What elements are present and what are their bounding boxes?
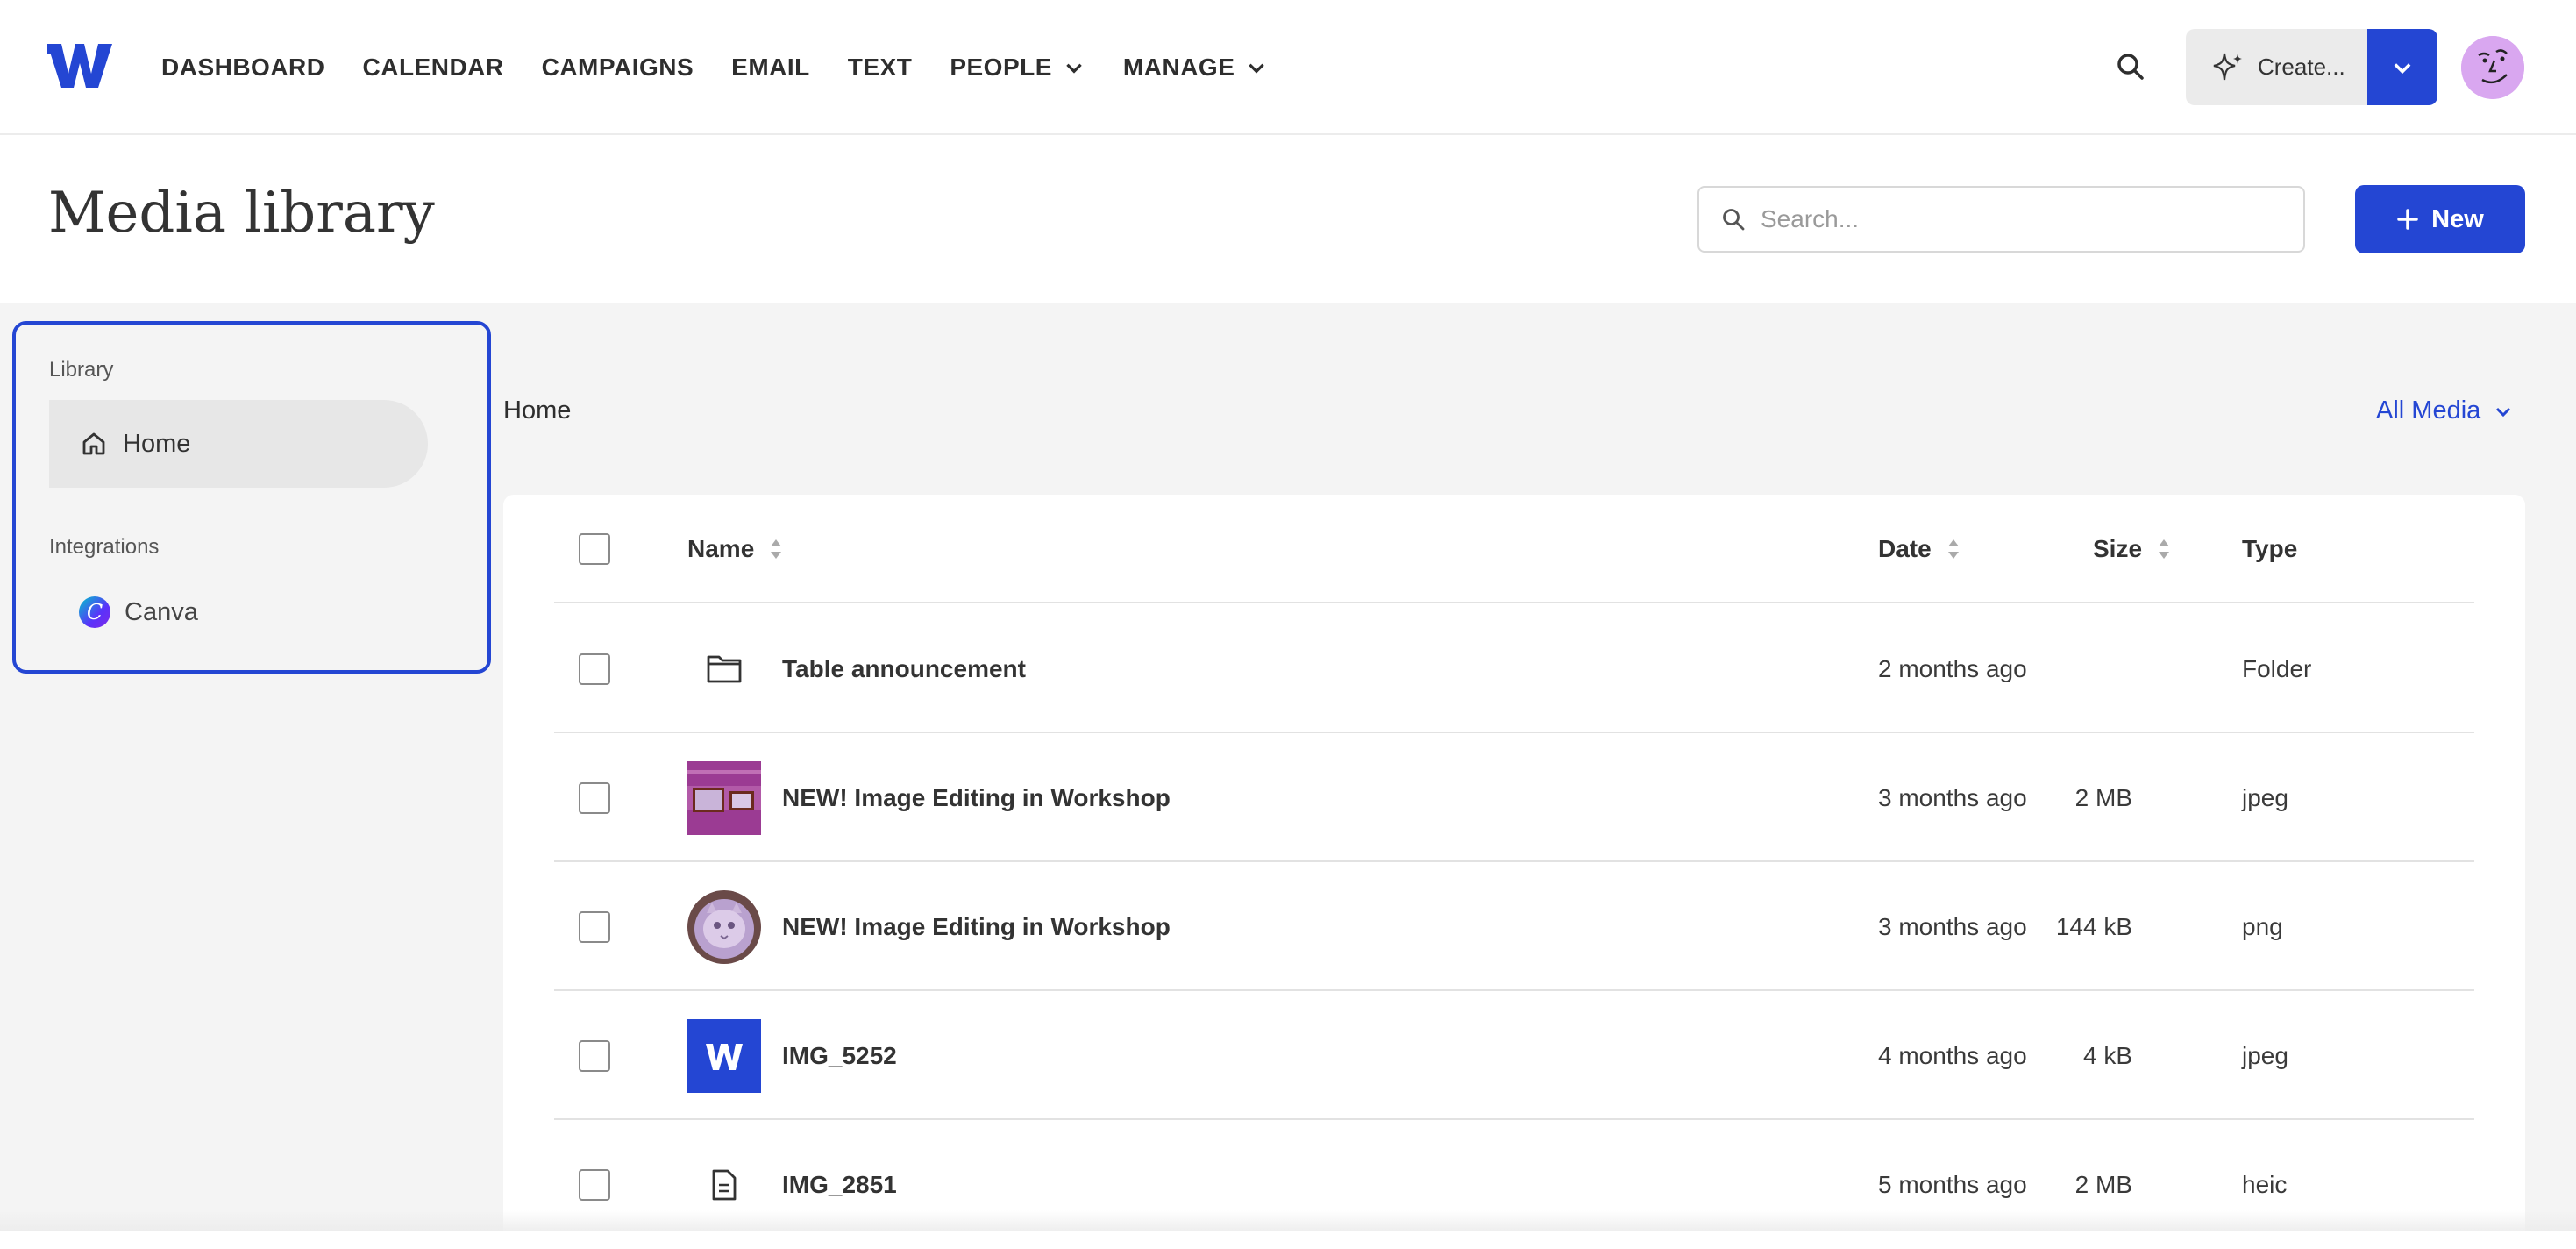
column-header-type: Type xyxy=(2242,495,2297,603)
thumbnail xyxy=(687,761,761,835)
library-heading: Library xyxy=(49,358,114,382)
file-size xyxy=(2027,605,2132,733)
column-header-date[interactable]: Date xyxy=(1878,495,1961,603)
column-name-label: Name xyxy=(687,535,755,562)
column-header-size[interactable]: Size xyxy=(2093,495,2172,603)
file-date: 3 months ago xyxy=(1878,913,2027,940)
search-icon[interactable] xyxy=(2113,49,2148,84)
file-size: 2 MB xyxy=(2074,784,2132,811)
file-type: jpeg xyxy=(2242,784,2288,811)
thumbnail xyxy=(687,1019,761,1093)
file-size: 144 kB xyxy=(2055,913,2132,940)
sidebar-item-canva-label: Canva xyxy=(125,597,198,626)
sidebar-item-home[interactable]: Home xyxy=(49,400,428,488)
face-illustration-icon xyxy=(2461,36,2524,99)
row-checkbox[interactable] xyxy=(579,1169,610,1201)
file-type: jpeg xyxy=(2242,1042,2288,1069)
w-logo-tile-image xyxy=(687,1019,761,1093)
plus-icon xyxy=(2397,209,2418,230)
media-table: Name Date Size Type Table announcement 2… xyxy=(503,495,2525,1249)
bottom-fade xyxy=(0,1210,2576,1231)
table-row[interactable]: Table announcement 2 months ago Folder xyxy=(554,605,2474,733)
sparkle-icon xyxy=(2213,53,2242,80)
nav-text[interactable]: TEXT xyxy=(848,54,913,82)
table-row[interactable]: NEW! Image Editing in Workshop 3 months … xyxy=(554,734,2474,862)
sort-icon xyxy=(2159,539,2170,559)
nav-manage[interactable]: MANAGE xyxy=(1123,54,1268,82)
thumbnail xyxy=(687,890,761,964)
file-name[interactable]: NEW! Image Editing in Workshop xyxy=(782,734,1171,862)
row-checkbox[interactable] xyxy=(579,911,610,943)
nav-text-label: TEXT xyxy=(847,54,913,81)
table-header-row: Name Date Size Type xyxy=(554,495,2474,603)
library-sidebar: Library Home Integrations C Canva xyxy=(12,321,491,674)
user-avatar[interactable] xyxy=(2461,36,2524,99)
column-header-name[interactable]: Name xyxy=(687,495,784,603)
sidebar-item-canva[interactable]: C Canva xyxy=(79,596,198,628)
brand-logo[interactable] xyxy=(47,42,112,89)
media-filter-dropdown[interactable]: All Media xyxy=(2376,396,2514,425)
create-button-label: Create... xyxy=(2258,54,2345,80)
nav-dashboard[interactable]: DASHBOARD xyxy=(161,54,325,82)
sort-icon xyxy=(1947,539,1959,559)
top-navigation-bar: DASHBOARD CALENDAR CAMPAIGNS EMAIL TEXT … xyxy=(0,0,2576,135)
nav-people-label: PEOPLE xyxy=(950,54,1052,81)
file-size: 4 kB xyxy=(2082,1042,2132,1069)
integrations-heading: Integrations xyxy=(49,535,160,559)
file-date: 3 months ago xyxy=(1878,784,2027,811)
new-media-button[interactable]: New xyxy=(2355,185,2525,253)
chevron-down-icon xyxy=(2394,62,2411,74)
search-icon xyxy=(1723,209,1745,231)
new-button-label: New xyxy=(2431,204,2484,233)
row-checkbox[interactable] xyxy=(579,653,610,685)
media-search-field[interactable] xyxy=(1697,186,2305,253)
select-all-checkbox[interactable] xyxy=(579,533,610,565)
chevron-down-icon xyxy=(2496,407,2511,417)
nav-email-label: EMAIL xyxy=(731,54,810,81)
purple-cat-banner-image xyxy=(687,761,761,835)
file-type: Folder xyxy=(2242,655,2312,682)
nav-calendar[interactable]: CALENDAR xyxy=(363,54,504,82)
chevron-down-icon xyxy=(1066,63,1082,74)
breadcrumb[interactable]: Home xyxy=(503,396,571,425)
file-name[interactable]: IMG_5252 xyxy=(782,992,897,1120)
column-date-label: Date xyxy=(1878,535,1932,562)
file-type: png xyxy=(2242,913,2283,940)
content-area: Library Home Integrations C Canva Home A… xyxy=(0,303,2576,1249)
sidebar-item-home-label: Home xyxy=(123,429,191,458)
create-button[interactable]: Create... xyxy=(2186,29,2367,105)
home-icon xyxy=(82,432,105,455)
file-name[interactable]: Table announcement xyxy=(782,605,1026,733)
file-date: 2 months ago xyxy=(1878,655,2027,682)
file-name[interactable]: NEW! Image Editing in Workshop xyxy=(782,863,1171,991)
row-checkbox[interactable] xyxy=(579,1040,610,1072)
row-checkbox[interactable] xyxy=(579,782,610,814)
table-row[interactable]: NEW! Image Editing in Workshop 3 months … xyxy=(554,863,2474,991)
round-cat-avatar-image xyxy=(687,890,761,964)
media-filter-label: All Media xyxy=(2376,396,2481,425)
nav-manage-label: MANAGE xyxy=(1122,54,1235,81)
nav-email[interactable]: EMAIL xyxy=(731,54,810,82)
create-dropdown-button[interactable] xyxy=(2367,29,2437,105)
file-date: 4 months ago xyxy=(1878,1042,2027,1069)
nav-campaigns-label: CAMPAIGNS xyxy=(541,54,694,81)
main-nav: DASHBOARD CALENDAR CAMPAIGNS EMAIL TEXT … xyxy=(161,0,1268,135)
chevron-down-icon xyxy=(1249,63,1265,74)
nav-calendar-label: CALENDAR xyxy=(362,54,504,81)
canva-logo-icon: C xyxy=(79,596,110,628)
table-row[interactable]: IMG_5252 4 months ago 4 kB jpeg xyxy=(554,992,2474,1120)
nav-people[interactable]: PEOPLE xyxy=(950,54,1085,82)
page-title: Media library xyxy=(48,181,435,246)
nav-dashboard-label: DASHBOARD xyxy=(161,54,325,81)
folder-icon xyxy=(707,655,742,683)
column-type-label: Type xyxy=(2242,535,2298,562)
column-size-label: Size xyxy=(2093,535,2143,562)
sort-icon xyxy=(771,539,782,559)
media-search-input[interactable] xyxy=(1761,205,2287,233)
nav-campaigns[interactable]: CAMPAIGNS xyxy=(542,54,694,82)
thumbnail xyxy=(687,632,761,706)
page-header: Media library New xyxy=(0,137,2576,303)
